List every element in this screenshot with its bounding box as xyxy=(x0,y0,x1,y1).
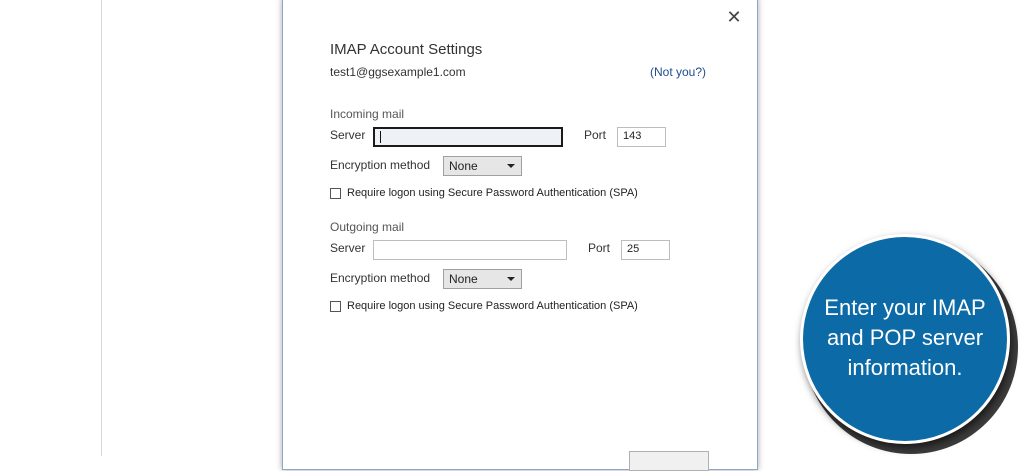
incoming-server-input[interactable] xyxy=(373,127,563,147)
chevron-down-icon xyxy=(507,164,515,168)
text-caret xyxy=(380,131,381,143)
chevron-down-icon xyxy=(507,277,515,281)
dialog-title: IMAP Account Settings xyxy=(330,41,483,58)
close-icon[interactable]: ✕ xyxy=(724,7,744,27)
outgoing-server-input[interactable] xyxy=(373,240,567,260)
outgoing-port-input[interactable]: 25 xyxy=(621,240,670,260)
incoming-mail-heading: Incoming mail xyxy=(330,107,405,121)
outgoing-encryption-label: Encryption method xyxy=(330,271,431,285)
next-button[interactable] xyxy=(629,451,709,471)
outgoing-encryption-select[interactable]: None xyxy=(443,269,522,289)
callout-line-2: and POP server xyxy=(826,325,984,350)
outgoing-server-label: Server xyxy=(330,241,366,255)
incoming-encryption-value: None xyxy=(449,159,478,173)
outgoing-mail-heading: Outgoing mail xyxy=(330,220,405,234)
incoming-encryption-select[interactable]: None xyxy=(443,156,522,176)
callout-text: Enter your IMAP and POP server informati… xyxy=(810,293,1000,383)
callout-line-1: Enter your IMAP xyxy=(824,295,986,320)
outgoing-spa-checkbox[interactable] xyxy=(330,301,341,312)
instruction-callout: Enter your IMAP and POP server informati… xyxy=(800,234,1010,444)
incoming-encryption-label: Encryption method xyxy=(330,158,431,172)
imap-settings-dialog: ✕ IMAP Account Settings test1@ggsexample… xyxy=(282,0,758,471)
outgoing-port-label: Port xyxy=(588,241,611,255)
incoming-spa-checkbox[interactable] xyxy=(330,188,341,199)
background-divider xyxy=(101,0,102,456)
not-you-link[interactable]: (Not you?) xyxy=(650,65,706,79)
incoming-spa-label: Require logon using Secure Password Auth… xyxy=(347,187,638,199)
account-email: test1@ggsexample1.com xyxy=(330,65,466,79)
outgoing-encryption-value: None xyxy=(449,272,478,286)
callout-line-3: information. xyxy=(847,355,963,380)
outgoing-spa-label: Require logon using Secure Password Auth… xyxy=(347,300,638,312)
incoming-port-input[interactable]: 143 xyxy=(617,127,666,147)
incoming-server-label: Server xyxy=(330,128,366,142)
incoming-port-label: Port xyxy=(584,128,607,142)
